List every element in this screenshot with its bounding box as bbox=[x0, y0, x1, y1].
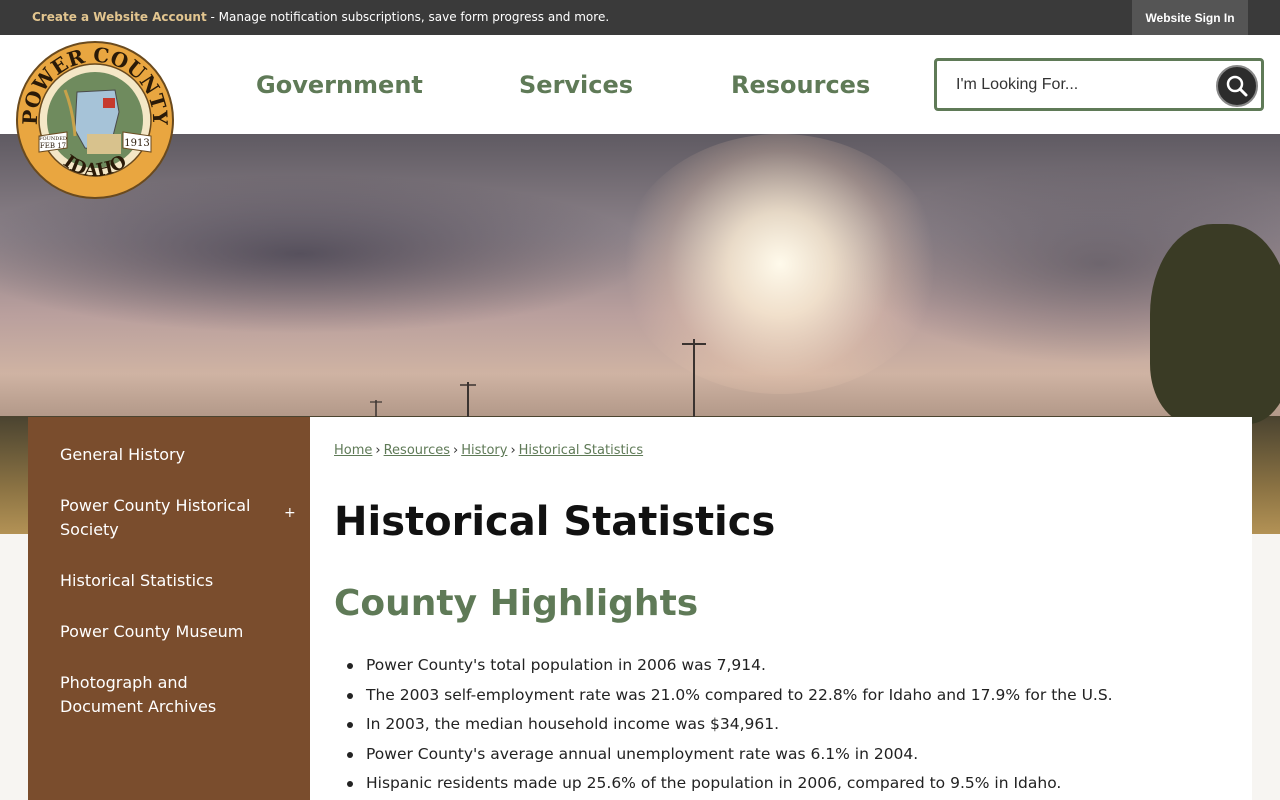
site-header: Government Services Resources bbox=[0, 35, 1280, 134]
expand-icon[interactable]: + bbox=[284, 505, 296, 521]
website-sign-in-button[interactable]: Website Sign In bbox=[1132, 0, 1248, 35]
create-account-link[interactable]: Create a Website Account bbox=[32, 10, 207, 24]
breadcrumb-home[interactable]: Home bbox=[334, 443, 372, 458]
sidebar-item-historical-statistics[interactable]: Historical Statistics bbox=[60, 569, 260, 593]
nav-services[interactable]: Services bbox=[519, 71, 633, 99]
utility-bar: Create a Website Account - Manage notifi… bbox=[0, 0, 1280, 35]
seal-founded-year: 1913 bbox=[124, 138, 149, 149]
page-title: Historical Statistics bbox=[334, 499, 775, 545]
power-lines-graphic bbox=[0, 324, 800, 424]
list-item: Power County's total population in 2006 … bbox=[366, 651, 1226, 681]
list-item: In 2003, the median household income was… bbox=[366, 710, 1226, 740]
county-seal-logo[interactable]: POWER COUNTY IDAHO FOUNDED FEB 17 1913 bbox=[15, 40, 175, 200]
hero-tree bbox=[1150, 224, 1280, 424]
account-message: Create a Website Account - Manage notifi… bbox=[32, 10, 609, 24]
breadcrumb-separator: › bbox=[510, 443, 515, 458]
breadcrumb-historical-statistics[interactable]: Historical Statistics bbox=[519, 443, 643, 458]
list-item: Hispanic residents made up 25.6% of the … bbox=[366, 769, 1226, 799]
breadcrumb-history[interactable]: History bbox=[461, 443, 507, 458]
breadcrumb-separator: › bbox=[453, 443, 458, 458]
sidebar-item-museum[interactable]: Power County Museum bbox=[60, 620, 260, 644]
breadcrumb: Home›Resources›History›Historical Statis… bbox=[334, 443, 643, 458]
nav-resources[interactable]: Resources bbox=[731, 71, 870, 99]
breadcrumb-separator: › bbox=[375, 443, 380, 458]
list-item: Power County's average annual unemployme… bbox=[366, 740, 1226, 770]
sidebar-item-historical-society[interactable]: Power County Historical Society bbox=[60, 494, 260, 542]
list-item: The 2003 self-employment rate was 21.0% … bbox=[366, 681, 1226, 711]
sidebar-item-general-history[interactable]: General History bbox=[60, 443, 260, 467]
account-message-text: - Manage notification subscriptions, sav… bbox=[207, 10, 609, 24]
sidebar-nav: General History Power County Historical … bbox=[28, 417, 310, 800]
nav-government[interactable]: Government bbox=[256, 71, 423, 99]
search-icon bbox=[1225, 74, 1249, 98]
breadcrumb-resources[interactable]: Resources bbox=[384, 443, 450, 458]
search-box bbox=[934, 58, 1264, 111]
highlights-list: Power County's total population in 2006 … bbox=[366, 651, 1226, 799]
section-title: County Highlights bbox=[334, 583, 698, 624]
main-content: Home›Resources›History›Historical Statis… bbox=[310, 417, 1252, 800]
seal-founded-date: FEB 17 bbox=[40, 142, 66, 150]
search-input[interactable] bbox=[956, 74, 1206, 96]
search-button[interactable] bbox=[1216, 65, 1258, 107]
sidebar-item-archives[interactable]: Photograph and Document Archives bbox=[60, 671, 230, 719]
